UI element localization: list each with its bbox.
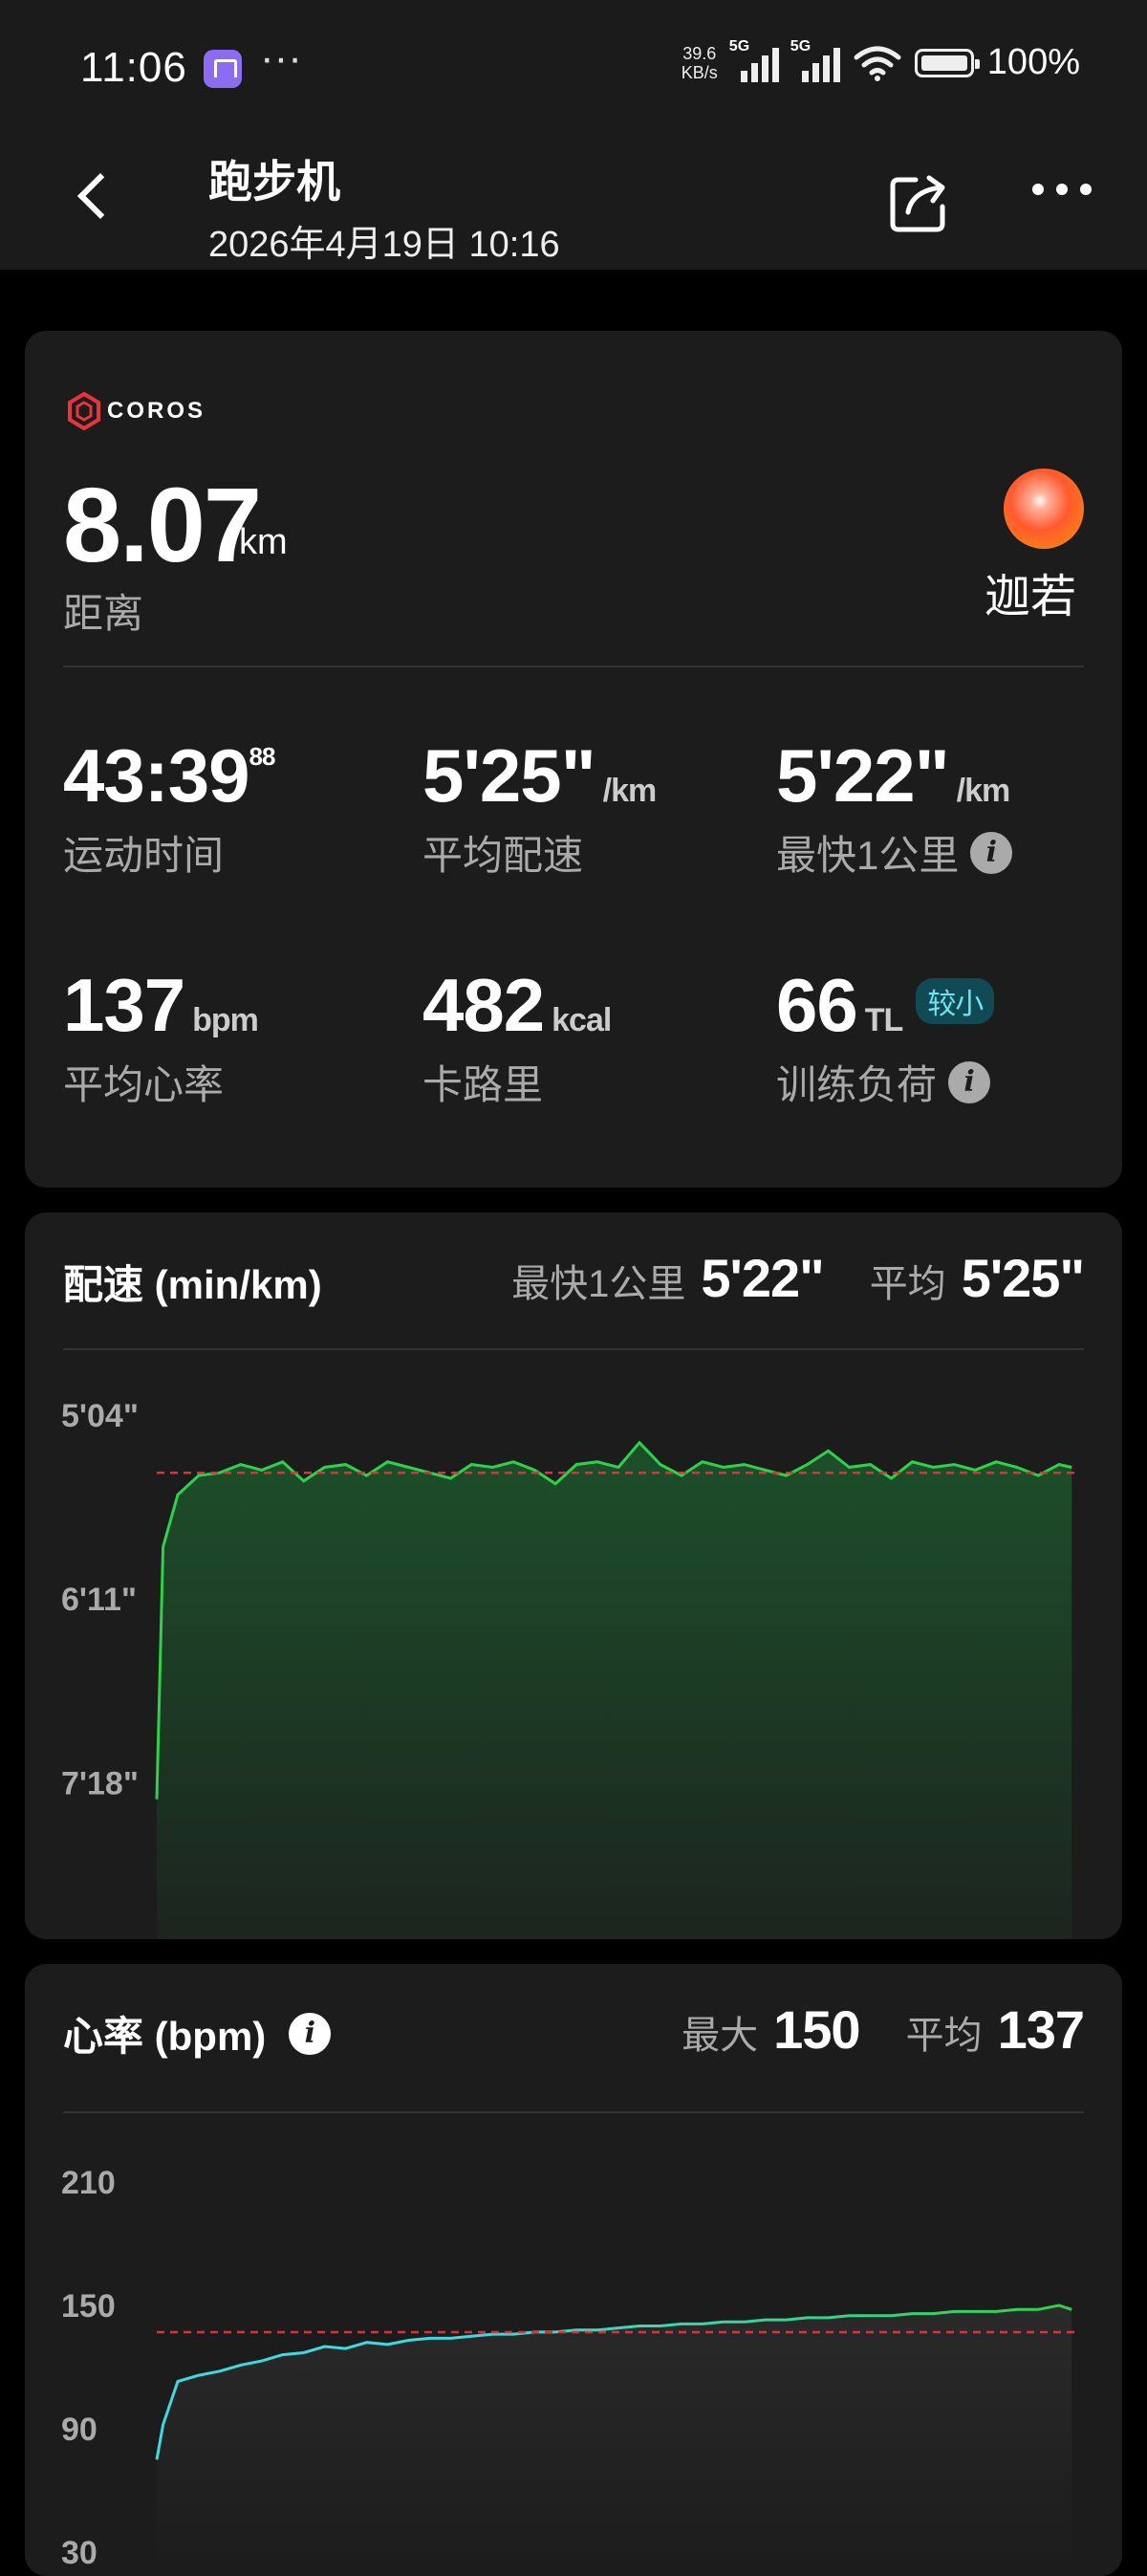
stat-label: 卡路里 xyxy=(422,1062,544,1107)
y-tick-label: 210 xyxy=(61,2165,116,2201)
distance-value: 8.07 xyxy=(63,467,262,584)
network-speed-unit: KB/s xyxy=(681,62,718,82)
stat-fastest-km: 5'22"/km 最快1公里 i xyxy=(776,732,1013,882)
y-tick-label: 5'04" xyxy=(61,1398,139,1434)
activity-summary-card: COROS 8.07 km 距离 迦若 43:3988 运动时间 5'25"/k… xyxy=(25,331,1122,1188)
heart-rate-chart-card: 心率 (bpm) i 最大 150 平均 137 210 150 90 30 xyxy=(25,1964,1122,2576)
stat-label: 运动时间 xyxy=(63,833,225,878)
page-title: 跑步机 xyxy=(208,157,340,207)
heart-rate-area xyxy=(157,2305,1072,2576)
signal-icon-2: 5G xyxy=(790,38,840,82)
stat-calories: 482 kcal 卡路里 xyxy=(422,962,612,1111)
stat-avg-pace: 5'25"/km 平均配速 xyxy=(422,732,658,882)
y-tick-label: 7'18" xyxy=(61,1765,139,1801)
stat-value: 5'25" xyxy=(422,733,596,818)
app-notification-icon xyxy=(204,50,242,88)
info-icon[interactable]: i xyxy=(970,831,1013,874)
stat-value: 5'22" xyxy=(776,733,950,818)
stat-unit: /km xyxy=(956,773,1011,809)
load-level-badge: 较小 xyxy=(916,978,995,1025)
battery-percent: 100% xyxy=(986,42,1080,82)
status-icons: 39.6 KB/s 5G 5G 100% xyxy=(682,38,1080,83)
status-time: 11:06 xyxy=(80,44,187,91)
user-name[interactable]: 迦若 xyxy=(985,558,1076,625)
y-tick-label: 6'11" xyxy=(61,1582,137,1618)
stat-label: 最快1公里 xyxy=(776,833,960,878)
share-icon[interactable] xyxy=(887,168,954,235)
stat-training-load: 66 TL 较小 训练负荷 i xyxy=(776,962,995,1111)
y-tick-label: 90 xyxy=(61,2412,97,2448)
more-notifications-icon: ··· xyxy=(260,34,302,81)
top-app-bar: 跑步机 2026年4月19日 10:16 xyxy=(0,134,1147,270)
y-tick-label: 30 xyxy=(61,2535,97,2571)
more-icon[interactable] xyxy=(1028,176,1095,205)
distance-unit: km xyxy=(239,522,288,562)
avatar[interactable] xyxy=(1004,469,1084,549)
signal-icon: 5G xyxy=(729,38,779,82)
stat-value: 43:39 xyxy=(63,733,249,818)
stat-label: 训练负荷 xyxy=(776,1062,938,1107)
pace-chart-card: 配速 (min/km) 最快1公里 5'22" 平均 5'25" 5'04" 6'… xyxy=(25,1212,1122,1939)
stat-value: 66 xyxy=(776,963,858,1047)
stat-avg-hr: 137 bpm 平均心率 xyxy=(63,962,259,1111)
stat-unit: kcal xyxy=(552,1002,612,1038)
distance-label: 距离 xyxy=(63,591,144,636)
stat-hundredths: 88 xyxy=(249,742,276,771)
y-tick-label: 150 xyxy=(61,2288,116,2325)
back-icon[interactable] xyxy=(67,163,124,229)
pace-chart[interactable]: 5'04"6'11"7'18"8'25"0153044 xyxy=(25,1212,1122,1939)
stat-label: 平均配速 xyxy=(422,833,584,878)
stat-label: 平均心率 xyxy=(63,1062,225,1107)
stat-unit: bpm xyxy=(192,1002,259,1038)
network-type-label-2: 5G xyxy=(790,37,812,55)
divider xyxy=(63,666,1084,667)
stat-unit: /km xyxy=(602,773,658,809)
brand-name: COROS xyxy=(107,398,206,424)
stat-duration: 43:3988 运动时间 xyxy=(63,732,276,882)
info-icon[interactable]: i xyxy=(948,1060,991,1103)
pace-area xyxy=(157,1442,1072,1939)
stat-unit: TL xyxy=(864,1002,904,1038)
battery-icon xyxy=(914,48,980,77)
wifi-icon xyxy=(854,46,901,81)
network-speed: 39.6 KB/s xyxy=(682,44,718,82)
activity-datetime: 2026年4月19日 10:16 xyxy=(208,225,560,265)
status-bar: 11:06 ··· 39.6 KB/s 5G 5G 100% xyxy=(0,0,1147,134)
coros-logo: COROS xyxy=(67,392,206,430)
stat-value: 482 xyxy=(422,963,545,1047)
heart-rate-chart[interactable]: 210 150 90 30 xyxy=(25,1964,1122,2576)
coros-logo-icon xyxy=(68,392,100,430)
network-speed-value: 39.6 xyxy=(682,43,717,63)
stat-value: 137 xyxy=(63,963,185,1047)
network-type-label: 5G xyxy=(728,37,750,55)
